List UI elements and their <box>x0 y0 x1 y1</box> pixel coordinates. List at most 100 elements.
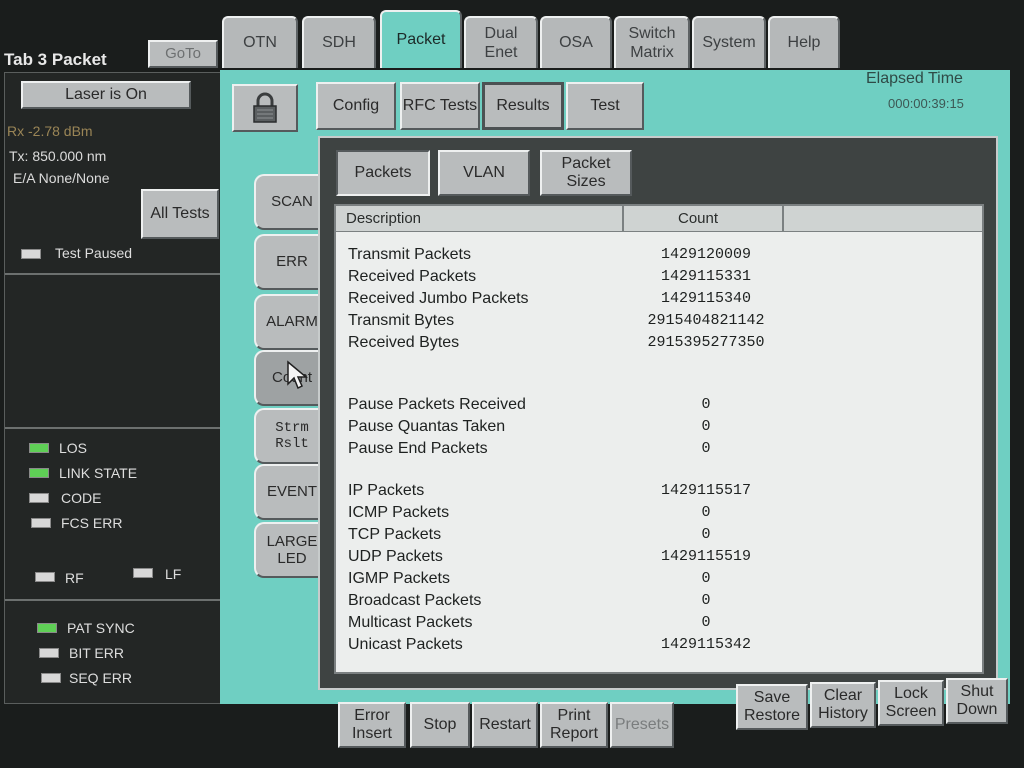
print-report-button[interactable]: Print Report <box>540 702 608 748</box>
led-code-label: CODE <box>61 490 102 506</box>
row-description: Received Bytes <box>348 334 460 351</box>
row-count: 0 <box>701 614 711 631</box>
current-tab-title: Tab 3 Packet <box>4 50 107 69</box>
led-los-label: LOS <box>59 440 88 456</box>
column-header-description: Description <box>346 210 422 227</box>
row-count: 1429115342 <box>660 636 751 653</box>
table-row: Broadcast Packets 0 <box>336 592 982 613</box>
led-bit-err <box>39 648 59 658</box>
all-tests-button[interactable]: All Tests <box>141 189 219 239</box>
packet-count-table: Description Count Transmit Packets 142912… <box>334 204 984 674</box>
row-description: Received Packets <box>348 268 477 285</box>
row-count: 1429115331 <box>660 268 751 285</box>
subtab-rfc-tests[interactable]: RFC Tests <box>400 82 480 130</box>
row-count: 0 <box>701 592 711 609</box>
goto-button[interactable]: GoTo <box>148 40 218 68</box>
row-description: IGMP Packets <box>348 570 450 587</box>
row-description: Transmit Bytes <box>348 312 455 329</box>
row-description: UDP Packets <box>348 548 443 565</box>
row-count: 1429120009 <box>660 246 751 263</box>
shut-down-button[interactable]: Shut Down <box>946 678 1008 724</box>
test-paused-led <box>21 249 41 259</box>
table-row: Pause Packets Received 0 <box>336 396 982 417</box>
subtab-config[interactable]: Config <box>316 82 396 130</box>
led-lf-label: LF <box>165 566 182 582</box>
presets-button[interactable]: Presets <box>610 702 674 748</box>
table-row: Received Bytes 2915395277350 <box>336 334 982 355</box>
table-row: Pause Quantas Taken 0 <box>336 418 982 439</box>
led-seq-err <box>41 673 61 683</box>
screen: Tab 3 Packet GoTo OTN SDH Packet Dual En… <box>0 0 1024 768</box>
table-row: Transmit Bytes 2915404821142 <box>336 312 982 333</box>
table-row: TCP Packets 0 <box>336 526 982 547</box>
subtab-results[interactable]: Results <box>482 82 564 130</box>
row-count: 0 <box>701 570 711 587</box>
tab-help[interactable]: Help <box>768 16 840 68</box>
tx-wavelength: Tx: 850.000 nm <box>9 148 107 164</box>
row-description: Pause Packets Received <box>348 396 526 413</box>
led-rf-label: RF <box>65 570 84 586</box>
ea-status: E/A None/None <box>13 170 110 186</box>
padlock-icon <box>253 92 277 123</box>
row-count: 2915404821142 <box>647 312 765 329</box>
status-panel: Laser is On Rx -2.78 dBm Tx: 850.000 nm … <box>4 72 240 704</box>
tab-sdh[interactable]: SDH <box>302 16 376 68</box>
row-count: 0 <box>701 396 711 413</box>
row-description: Transmit Packets <box>348 246 471 263</box>
lock-button[interactable] <box>232 84 298 132</box>
tab-dual-enet[interactable]: Dual Enet <box>464 16 538 68</box>
tab-otn[interactable]: OTN <box>222 16 298 68</box>
status-section-blank <box>5 275 239 429</box>
column-divider <box>782 206 784 232</box>
led-link-state <box>29 468 49 478</box>
stop-button[interactable]: Stop <box>410 702 470 748</box>
led-pat-sync <box>37 623 57 633</box>
row-count: 0 <box>701 418 711 435</box>
row-description: Pause Quantas Taken <box>348 418 506 435</box>
row-description: Unicast Packets <box>348 636 463 653</box>
row-description: Broadcast Packets <box>348 592 482 609</box>
rx-power: Rx -2.78 dBm <box>7 123 93 139</box>
lock-screen-button[interactable]: Lock Screen <box>878 680 944 726</box>
table-row: UDP Packets 1429115519 <box>336 548 982 569</box>
content-tab-packets[interactable]: Packets <box>336 150 430 196</box>
row-description: IP Packets <box>348 482 425 499</box>
led-bit-err-label: BIT ERR <box>69 645 124 661</box>
row-description: Multicast Packets <box>348 614 473 631</box>
led-seq-err-label: SEQ ERR <box>69 670 133 686</box>
tab-osa[interactable]: OSA <box>540 16 612 68</box>
row-count: 2915395277350 <box>647 334 765 351</box>
column-header-count: Count <box>678 210 719 227</box>
led-pat-sync-label: PAT SYNC <box>67 620 135 636</box>
tab-packet[interactable]: Packet <box>380 10 462 68</box>
subtab-test[interactable]: Test <box>566 82 644 130</box>
table-row: IGMP Packets 0 <box>336 570 982 591</box>
table-row: IP Packets 1429115517 <box>336 482 982 503</box>
row-count: 0 <box>701 504 711 521</box>
led-link-state-label: LINK STATE <box>59 465 138 481</box>
clear-history-button[interactable]: Clear History <box>810 682 876 728</box>
table-row: Received Packets 1429115331 <box>336 268 982 289</box>
table-row: Received Jumbo Packets 1429115340 <box>336 290 982 311</box>
led-fcs-err <box>31 518 51 528</box>
test-state-label: Test Paused <box>55 245 133 261</box>
table-row: Pause End Packets 0 <box>336 440 982 461</box>
led-rf <box>35 572 55 582</box>
table-row: Multicast Packets 0 <box>336 614 982 635</box>
save-restore-button[interactable]: Save Restore <box>736 684 808 730</box>
row-count: 1429115340 <box>660 290 751 307</box>
row-description: Received Jumbo Packets <box>348 290 529 307</box>
laser-button[interactable]: Laser is On <box>21 81 191 109</box>
row-count: 1429115519 <box>660 548 751 565</box>
row-description: Pause End Packets <box>348 440 488 457</box>
error-insert-button[interactable]: Error Insert <box>338 702 406 748</box>
tab-system[interactable]: System <box>692 16 766 68</box>
restart-button[interactable]: Restart <box>472 702 538 748</box>
elapsed-time-label: Elapsed Time <box>866 70 963 87</box>
tab-switch-matrix[interactable]: Switch Matrix <box>614 16 690 68</box>
elapsed-time-value: 000:00:39:15 <box>888 96 964 111</box>
content-tab-packet-sizes[interactable]: Packet Sizes <box>540 150 632 196</box>
content-tab-vlan[interactable]: VLAN <box>438 150 530 196</box>
row-description: ICMP Packets <box>348 504 450 521</box>
table-row: Unicast Packets 1429115342 <box>336 636 982 657</box>
